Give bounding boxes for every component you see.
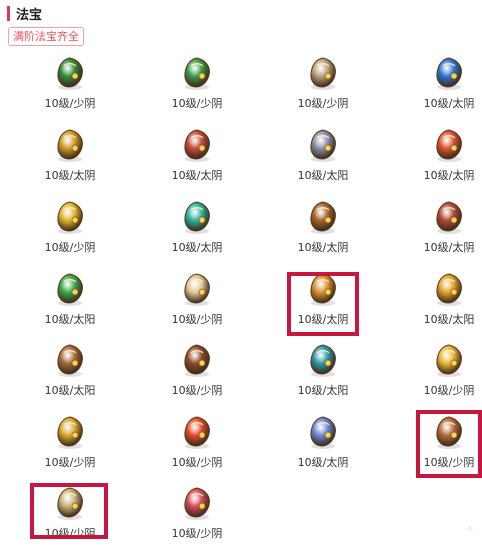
- blue-gem-icon: [430, 54, 468, 92]
- treasure-level-label: 10级/太阴: [171, 169, 223, 182]
- treasure-level-label: 10级/太阴: [297, 241, 349, 254]
- treasure-item[interactable]: 10级/少阴: [15, 480, 125, 550]
- treasure-level-label: 10级/少阴: [423, 384, 475, 397]
- treasure-level-label: 10级/太阳: [44, 384, 96, 397]
- lantern-tower-icon: [304, 126, 342, 164]
- bronze-mask-icon: [304, 198, 342, 236]
- pagoda-statue-icon: [178, 126, 216, 164]
- treasure-item[interactable]: 10级/太阴: [142, 122, 252, 192]
- treasure-item[interactable]: 10级/太阳: [15, 337, 125, 407]
- treasure-item[interactable]: 10级/少阴: [15, 409, 125, 479]
- treasure-item[interactable]: 10级/太阳: [394, 266, 482, 336]
- treasure-level-label: 10级/少阴: [171, 313, 223, 326]
- treasure-level-label: 10级/太阴: [297, 456, 349, 469]
- green-umbrella-icon: [51, 54, 89, 92]
- treasure-item[interactable]: 10级/少阴: [15, 50, 125, 120]
- treasure-item[interactable]: 10级/太阴: [394, 50, 482, 120]
- golden-rope-icon: [51, 126, 89, 164]
- talisman-paper-icon: [178, 270, 216, 308]
- ice-crystal-icon: [304, 413, 342, 451]
- treasure-level-label: 10级/太阴: [297, 313, 349, 326]
- treasure-item[interactable]: 10级/少阴: [142, 337, 252, 407]
- treasure-item[interactable]: 10级/太阴: [142, 194, 252, 264]
- treasure-item[interactable]: 10级/少阴: [142, 409, 252, 479]
- teal-cloud-icon: [304, 341, 342, 379]
- treasure-level-label: 10级/太阳: [297, 169, 349, 182]
- gourd-icon: [178, 54, 216, 92]
- treasure-level-label: 10级/少阴: [297, 97, 349, 110]
- treasure-level-label: 10级/少阴: [423, 456, 475, 469]
- treasure-item[interactable]: 10级/太阳: [268, 337, 378, 407]
- treasure-item[interactable]: 10级/太阳: [15, 266, 125, 336]
- bronze-bell-icon: [51, 413, 89, 451]
- treasure-level-label: 10级/太阴: [171, 241, 223, 254]
- section-title: 法宝: [16, 8, 43, 23]
- fire-sword-icon: [430, 126, 468, 164]
- treasure-item[interactable]: 10级/少阴: [142, 266, 252, 336]
- treasure-item[interactable]: 10级/太阴: [15, 122, 125, 192]
- treasure-level-label: 10级/太阴: [423, 169, 475, 182]
- scroll-bundle-icon: [430, 413, 468, 451]
- treasure-level-label: 10级/太阴: [423, 241, 475, 254]
- scroll-book-icon: [304, 54, 342, 92]
- treasure-item[interactable]: 10级/少阴: [394, 337, 482, 407]
- treasure-level-label: 10级/少阴: [171, 97, 223, 110]
- treasure-item[interactable]: 10级/少阴: [142, 480, 252, 550]
- treasure-item[interactable]: 10级/太阳: [268, 122, 378, 192]
- golden-bell-rod-icon: [430, 341, 468, 379]
- fire-orb-icon: [178, 413, 216, 451]
- treasure-item[interactable]: 10级/少阴: [142, 50, 252, 120]
- treasure-item[interactable]: 10级/太阴: [394, 194, 482, 264]
- title-accent-bar: [7, 6, 10, 21]
- treasure-level-label: 10级/太阴: [423, 97, 475, 110]
- golden-gourd-bag-icon: [304, 270, 342, 308]
- red-chest-icon: [430, 198, 468, 236]
- treasure-level-label: 10级/少阴: [171, 384, 223, 397]
- crossbow-icon: [178, 341, 216, 379]
- treasure-item[interactable]: 10级/太阴: [268, 266, 378, 336]
- treasure-level-label: 10级/少阴: [171, 456, 223, 469]
- section-header: 法宝 满阶法宝齐全: [0, 0, 482, 48]
- jade-dragon-icon: [178, 198, 216, 236]
- gold-pagoda-icon: [51, 198, 89, 236]
- treasure-item[interactable]: 10级/少阴: [268, 50, 378, 120]
- treasure-level-label: 10级/太阴: [44, 169, 96, 182]
- treasure-level-label: 10级/少阴: [44, 241, 96, 254]
- treasure-item[interactable]: 10级/太阴: [394, 122, 482, 192]
- red-beads-icon: [178, 484, 216, 522]
- treasure-level-label: 10级/太阳: [423, 313, 475, 326]
- status-badge: 满阶法宝齐全: [8, 27, 84, 46]
- green-dragon-icon: [51, 270, 89, 308]
- watermark: ✧: [465, 524, 474, 535]
- treasure-item[interactable]: 10级/少阴: [394, 409, 482, 479]
- treasure-level-label: 10级/少阴: [44, 456, 96, 469]
- treasure-item[interactable]: 10级/少阴: [15, 194, 125, 264]
- treasure-level-label: 10级/太阳: [44, 313, 96, 326]
- fan-scarf-icon: [430, 270, 468, 308]
- treasure-item[interactable]: 10级/太阴: [268, 409, 378, 479]
- crossed-swords-icon: [51, 484, 89, 522]
- treasure-level-label: 10级/少阴: [44, 97, 96, 110]
- wooden-puppet-icon: [51, 341, 89, 379]
- treasure-item[interactable]: 10级/太阴: [268, 194, 378, 264]
- treasure-level-label: 10级/太阳: [297, 384, 349, 397]
